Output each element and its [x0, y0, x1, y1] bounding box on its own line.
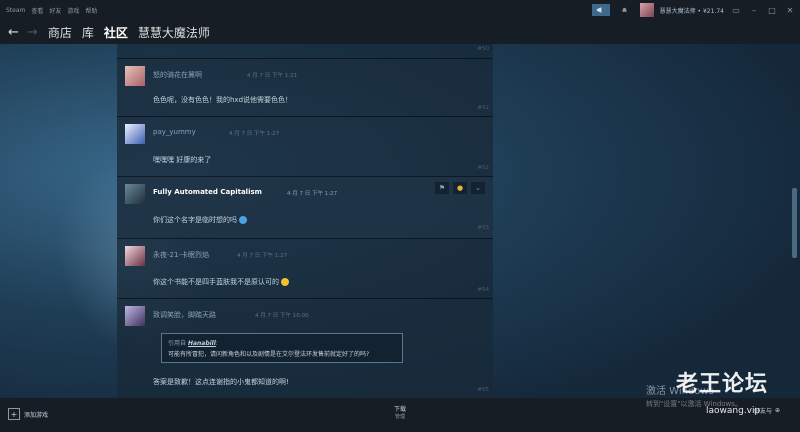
- quote-text: 可能有所冒犯，请问新角色和以及剧情是在艾尔登法环发售前就定好了的吗?: [168, 351, 370, 358]
- emoji-icon: [281, 278, 290, 286]
- post-number: #53: [477, 225, 489, 231]
- bell-icon: [621, 7, 628, 12]
- emoji-icon: [239, 216, 248, 224]
- chevron-down-icon[interactable]: ⌄: [471, 182, 485, 194]
- post-body-text: 你们这个名字是临时想的吗: [153, 216, 237, 224]
- menu-bar: Steam 查看 好友 游戏 帮助 慧慧大魔法师 • ¥21.74 ▭ – □ …: [0, 0, 800, 20]
- discussion-thread: #50 怒的骑花在冀啊 4 月 7 日 下午 1:21 色色呢，没有色色！我的h…: [117, 44, 493, 398]
- chat-icon: ⊕: [775, 407, 781, 414]
- post-author[interactable]: 致调笑脸，脚踏天路: [153, 310, 216, 320]
- downloads-sublabel: 管理: [394, 414, 405, 420]
- avatar[interactable]: [125, 246, 145, 266]
- post-number: #54: [477, 287, 489, 293]
- plus-icon: +: [8, 408, 20, 420]
- megaphone-icon: [597, 7, 602, 13]
- post-body: 嘿嘿嘿 好康的来了: [153, 156, 212, 164]
- post-author[interactable]: pay_yummy: [153, 128, 196, 136]
- post-meta: 4 月 7 日 下午 1:27: [287, 191, 338, 197]
- avatar[interactable]: [125, 124, 145, 144]
- add-game-button[interactable]: + 添加游戏: [8, 408, 48, 420]
- menu-help[interactable]: 帮助: [85, 6, 97, 15]
- nav-profile[interactable]: 慧慧大魔法师: [138, 24, 210, 41]
- post-meta: 4 月 7 日 下午 10:00: [255, 313, 309, 319]
- quote-block: 引用自 Hanabill: 可能有所冒犯，请问新角色和以及剧情是在艾尔登法环发售…: [161, 333, 403, 363]
- post-number: #50: [477, 46, 489, 52]
- quote-prefix: 引用自: [168, 340, 187, 347]
- post-body: 你这个书能不是四手蓝肤我不是原认可的: [153, 277, 290, 287]
- scrollbar[interactable]: [792, 188, 797, 258]
- post-body: 色色呢，没有色色！我的hxd说他需要色色！: [153, 96, 293, 104]
- post: 永夜-21-卡眠烈焰 4 月 7 日 下午 1:27 你这个书能不是四手蓝肤我不…: [117, 238, 493, 299]
- post-meta: 4 月 7 日 下午 1:27: [229, 131, 280, 137]
- account-avatar[interactable]: [639, 3, 654, 17]
- post-body: 你们这个名字是临时想的吗: [153, 215, 248, 225]
- post-body-text: 你这个书能不是四手蓝肤我不是原认可的: [153, 278, 279, 286]
- post-actions: ⚑ ● ⌄: [435, 182, 485, 194]
- post-number: #52: [477, 165, 489, 171]
- post-meta: 4 月 7 日 下午 1:27: [237, 253, 288, 259]
- back-arrow-icon[interactable]: ←: [8, 25, 19, 40]
- notifications-button[interactable]: [616, 4, 634, 16]
- award-icon[interactable]: ●: [453, 182, 467, 194]
- menu-games[interactable]: 游戏: [67, 6, 79, 15]
- close-icon[interactable]: ✕: [784, 6, 796, 15]
- minimize-icon[interactable]: –: [748, 6, 760, 15]
- forward-arrow-icon[interactable]: →: [27, 25, 38, 40]
- watermark-logo: 老王论坛: [676, 372, 769, 397]
- post-author[interactable]: 永夜-21-卡眠烈焰: [153, 250, 209, 260]
- avatar[interactable]: [125, 306, 145, 326]
- post: pay_yummy 4 月 7 日 下午 1:27 嘿嘿嘿 好康的来了 #52: [117, 116, 493, 177]
- menubar-right: 慧慧大魔法师 • ¥21.74 ▭ – □ ✕: [591, 3, 796, 17]
- post-body: 答案是致歉！这点连谢指的小鬼都知道的啊!: [153, 378, 289, 386]
- account-name[interactable]: 慧慧大魔法师 • ¥21.74: [660, 6, 724, 15]
- post: 致调笑脸，脚踏天路 4 月 7 日 下午 10:00 引用自 Hanabill:…: [117, 298, 493, 398]
- downloads-label: 下载: [393, 406, 406, 413]
- quote-author-link[interactable]: Hanabill: [188, 340, 216, 347]
- avatar[interactable]: [125, 66, 145, 86]
- broadcast-button[interactable]: [591, 4, 610, 16]
- post: Fully Automated Capitalism 4 月 7 日 下午 1:…: [117, 176, 493, 239]
- post-author[interactable]: 怒的骑花在冀啊: [153, 70, 202, 80]
- menu-steam[interactable]: Steam: [6, 7, 25, 14]
- post-author[interactable]: Fully Automated Capitalism: [153, 188, 262, 196]
- post-number: #55: [477, 387, 489, 393]
- avatar[interactable]: [125, 184, 145, 204]
- downloads-button[interactable]: 下载 管理: [380, 404, 420, 420]
- bigpicture-icon[interactable]: ▭: [730, 6, 742, 15]
- flag-icon[interactable]: ⚑: [435, 182, 449, 194]
- post: 怒的骑花在冀啊 4 月 7 日 下午 1:21 色色呢，没有色色！我的hxd说他…: [117, 58, 493, 117]
- quote-header: 引用自 Hanabill:: [168, 340, 218, 347]
- menu-friends[interactable]: 好友: [49, 6, 61, 15]
- maximize-icon[interactable]: □: [766, 6, 778, 15]
- post-number: #52: [477, 105, 489, 111]
- add-game-label: 添加游戏: [24, 411, 49, 419]
- nav-community[interactable]: 社区: [104, 24, 128, 41]
- nav-library[interactable]: 库: [82, 24, 94, 41]
- nav-bar: ← → 商店 库 社区 慧慧大魔法师: [0, 20, 800, 44]
- menu-view[interactable]: 查看: [31, 6, 43, 15]
- nav-store[interactable]: 商店: [48, 24, 72, 41]
- post-meta: 4 月 7 日 下午 1:21: [247, 73, 298, 79]
- watermark-url: laowang.vip: [706, 406, 761, 416]
